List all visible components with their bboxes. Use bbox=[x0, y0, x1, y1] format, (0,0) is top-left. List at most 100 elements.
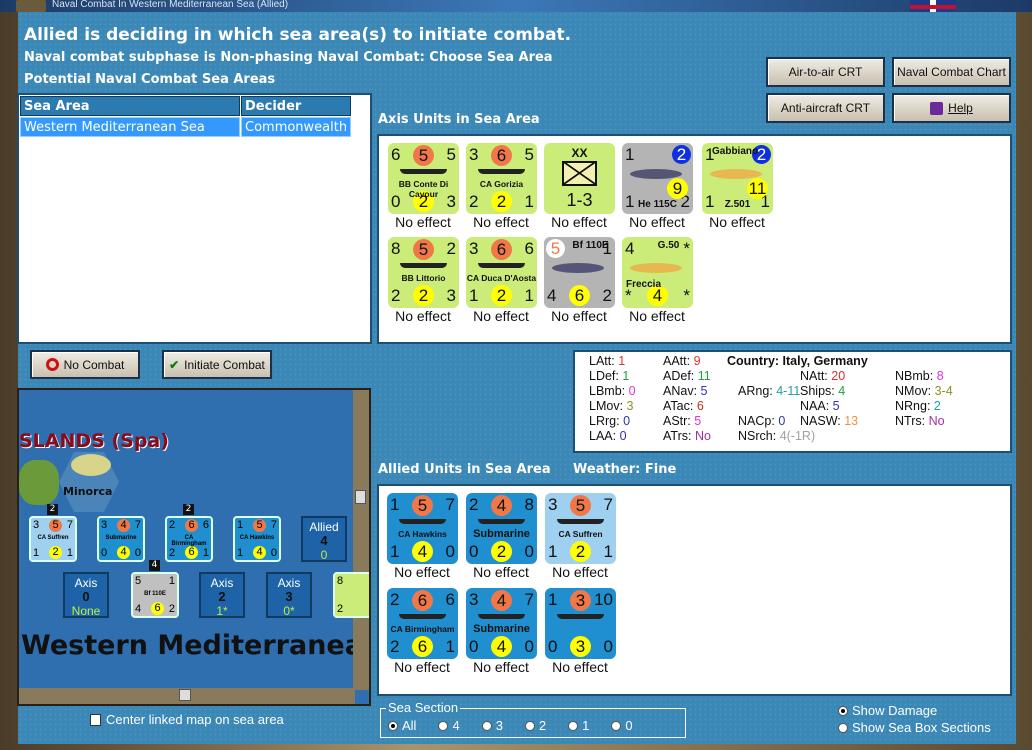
unit-counter[interactable]: 1 2 1 1 11 Gabbiano Z.501 bbox=[702, 143, 773, 214]
center-map-checkbox[interactable]: Center linked map on sea area bbox=[90, 712, 284, 727]
help-button[interactable]: Help bbox=[892, 93, 1011, 123]
map-horizontal-scrollbar[interactable] bbox=[19, 688, 355, 704]
sea-box-sub: None bbox=[71, 604, 101, 618]
counter-value-bc: 2 bbox=[491, 285, 512, 306]
unit-counter[interactable]: 3 4 7 0 4 0 Submarine bbox=[466, 588, 537, 659]
table-row-decider[interactable]: Commonwealth bbox=[241, 117, 351, 137]
map-unit-counter[interactable]: 5 1 4 6 2 Bf 110E bbox=[131, 572, 179, 618]
sea-area-table: Sea Area Decider Western Mediterranean S… bbox=[17, 93, 372, 344]
map-counter-value: 2 bbox=[169, 519, 176, 531]
counter-value-bc: 4 bbox=[412, 541, 433, 562]
display-option-radio[interactable]: Show Sea Box Sections bbox=[838, 719, 991, 736]
map-unit-counter[interactable]: 2 6 6 2 6 1 CA Birmingham bbox=[165, 516, 213, 562]
map-counter-value: 2 bbox=[168, 603, 175, 615]
radio-button[interactable] bbox=[481, 721, 492, 731]
table-row-sea-area[interactable]: Western Mediterranean Sea bbox=[20, 117, 240, 137]
stat-item: Ships: 4 bbox=[800, 384, 845, 398]
map-counter-value: 0 bbox=[270, 547, 277, 559]
stat-value: 0 bbox=[619, 429, 627, 443]
unit-counter[interactable]: 3 5 7 1 2 1 CA Suffren bbox=[545, 493, 616, 564]
scroll-thumb[interactable] bbox=[179, 689, 191, 701]
column-header-sea-area[interactable]: Sea Area bbox=[20, 96, 240, 116]
scroll-thumb[interactable] bbox=[355, 490, 366, 504]
map-counter-value: 5 bbox=[253, 519, 266, 532]
unit-status: No effect bbox=[473, 564, 529, 580]
stat-item: NRng: 2 bbox=[895, 399, 941, 413]
unit-name: CA Birmingham bbox=[390, 624, 455, 634]
sea-section-radio[interactable]: 2 bbox=[524, 718, 546, 733]
map-unit-counter-partial[interactable]: 82 bbox=[333, 572, 369, 618]
map-sea-box[interactable]: Axis 0 None bbox=[63, 572, 109, 618]
radio-button[interactable] bbox=[838, 706, 848, 716]
map-vertical-scrollbar[interactable] bbox=[353, 390, 369, 690]
radio-label: All bbox=[402, 718, 417, 733]
sea-box-sub: 1* bbox=[216, 604, 228, 618]
radio-button[interactable] bbox=[524, 721, 535, 731]
counter-value-tc: 5 bbox=[413, 239, 434, 260]
unit-counter[interactable]: 3 6 5 2 2 1 CA Gorizia bbox=[466, 143, 537, 214]
unit-counter[interactable]: 3 6 6 1 2 1 CA Duca D'Aosta bbox=[466, 237, 537, 308]
counter-value-tl: 2 bbox=[469, 495, 479, 514]
map-unit-counter[interactable]: 3 5 7 1 2 1 CA Suffren bbox=[29, 516, 77, 562]
stat-label: NMov: bbox=[895, 384, 932, 398]
map-sea-box[interactable]: Axis 3 0* bbox=[266, 572, 312, 618]
linked-map[interactable]: SLANDS (Spa) Minorca Western Mediterrane… bbox=[17, 388, 371, 706]
anti-aircraft-crt-button[interactable]: Anti-aircraft CRT bbox=[766, 93, 885, 123]
unit-counter[interactable]: 1 5 7 1 4 0 CA Hawkins bbox=[387, 493, 458, 564]
sea-box-label: Axis bbox=[74, 576, 98, 590]
counter-value-tl: 3 bbox=[469, 145, 479, 164]
sea-section-radio[interactable]: 0 bbox=[611, 718, 633, 733]
stat-item: NAA: 5 bbox=[800, 399, 840, 413]
no-combat-button[interactable]: No Combat bbox=[30, 350, 140, 379]
unit-counter[interactable]: 2 4 8 0 2 0 Submarine bbox=[466, 493, 537, 564]
counter-value-tc: 5 bbox=[412, 495, 433, 516]
column-header-decider[interactable]: Decider bbox=[241, 96, 351, 116]
naval-combat-chart-button[interactable]: Naval Combat Chart bbox=[892, 57, 1011, 87]
stat-value: No bbox=[928, 414, 945, 428]
title-bar: Naval Combat In Western Mediterranean Se… bbox=[0, 0, 1032, 14]
unit-counter[interactable]: 6 5 5 0 2 3 BB Conte Di Cavour bbox=[388, 143, 459, 214]
counter-value-bc: 2 bbox=[491, 541, 512, 562]
counter-value-bl: 0 bbox=[469, 542, 479, 561]
radio-button[interactable] bbox=[438, 721, 449, 731]
sea-section-radio[interactable]: 4 bbox=[438, 718, 460, 733]
stat-value: 5 bbox=[694, 414, 702, 428]
counter-value-bl: 2 bbox=[390, 637, 400, 656]
radio-button[interactable] bbox=[611, 721, 622, 731]
stat-item: NACp: 0 bbox=[738, 414, 785, 428]
radio-button[interactable] bbox=[838, 723, 848, 733]
map-counter-value: 1 bbox=[237, 519, 244, 531]
counter-title: Freccia bbox=[626, 279, 662, 290]
initiate-combat-button[interactable]: ✔ Initiate Combat bbox=[162, 350, 272, 379]
sea-section-radio[interactable]: 3 bbox=[481, 718, 503, 733]
unit-counter[interactable]: XX 1-3 bbox=[544, 143, 615, 214]
radio-button[interactable] bbox=[388, 721, 398, 731]
unit-counter[interactable]: 1 3 10 0 3 0 bbox=[545, 588, 616, 659]
map-counter-name: Bf 110E bbox=[144, 591, 166, 597]
air-to-air-crt-button[interactable]: Air-to-air CRT bbox=[766, 57, 885, 87]
counter-value-tc: 4 bbox=[491, 495, 512, 516]
sea-section-radio[interactable]: 1 bbox=[568, 718, 589, 733]
sea-section-radio[interactable]: All bbox=[388, 718, 416, 733]
display-option-radio[interactable]: Show Damage bbox=[838, 702, 991, 719]
unit-counter[interactable]: 2 6 6 2 6 1 CA Birmingham bbox=[387, 588, 458, 659]
radio-button[interactable] bbox=[568, 721, 579, 731]
aircraft-icon bbox=[710, 169, 762, 179]
counter-value-bc: 4 bbox=[491, 636, 512, 657]
map-sea-box[interactable]: Allied 4 0 bbox=[301, 516, 347, 562]
map-counter-value: 7 bbox=[270, 519, 277, 531]
checkbox-box[interactable] bbox=[90, 714, 101, 726]
counter-value-tc: 6 bbox=[412, 590, 433, 611]
map-unit-counter[interactable]: 3 4 7 0 4 0 Submarine bbox=[97, 516, 145, 562]
map-counter-value: 1 bbox=[66, 547, 73, 559]
map-counter-name: CA Hawkins bbox=[239, 535, 275, 541]
map-unit-counter[interactable]: 1 5 7 1 4 0 CA Hawkins bbox=[233, 516, 281, 562]
stat-item: ARng: 4-11 bbox=[738, 384, 800, 398]
unit-counter[interactable]: 4 * * 4 * Freccia G.50 bbox=[622, 237, 693, 308]
map-sea-box[interactable]: Axis 2 1* bbox=[199, 572, 245, 618]
unit-counter[interactable]: 1 2 1 2 9 He 115C bbox=[622, 143, 693, 214]
stat-label: AAtt: bbox=[663, 354, 691, 368]
checkmark-icon: ✔ bbox=[169, 357, 180, 372]
unit-counter[interactable]: 8 5 2 2 2 3 BB Littorio bbox=[388, 237, 459, 308]
unit-counter[interactable]: 5 1 4 6 2 Bf 110E bbox=[544, 237, 615, 308]
